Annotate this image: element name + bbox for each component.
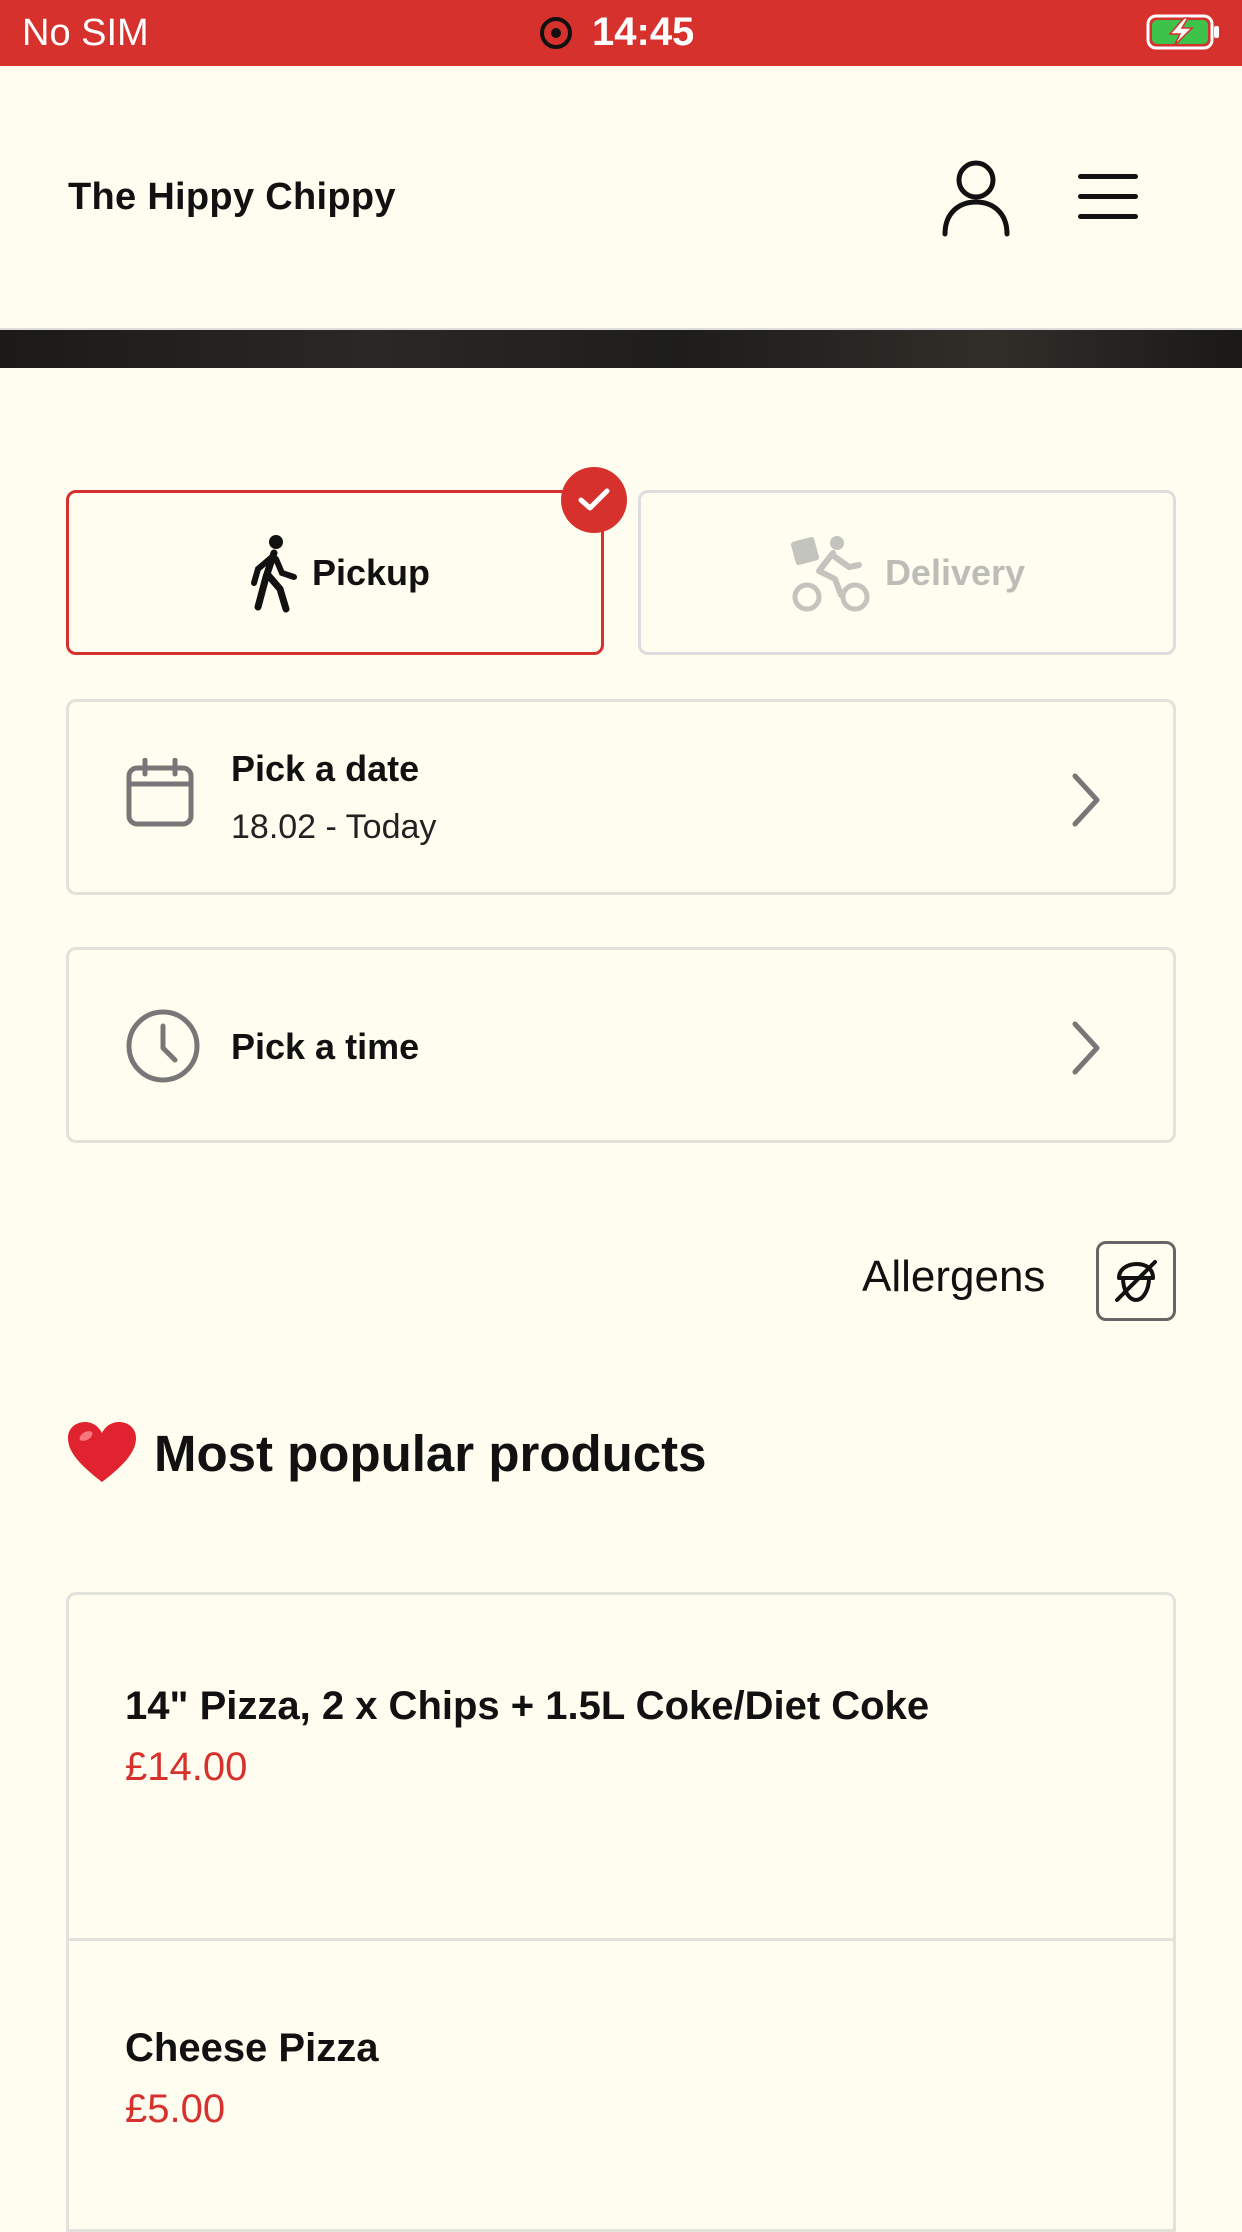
battery-charging-icon — [1146, 14, 1219, 50]
user-account-icon[interactable] — [940, 158, 1012, 238]
time-picker[interactable]: Pick a time — [66, 947, 1176, 1143]
selected-check-icon — [561, 467, 627, 533]
popular-section-title: Most popular products — [154, 1424, 707, 1482]
delivery-label: Delivery — [884, 551, 1026, 593]
allergens-button[interactable] — [1096, 1241, 1176, 1321]
hamburger-menu-icon[interactable] — [1076, 172, 1140, 222]
calendar-icon — [126, 758, 194, 827]
product-price: £14.00 — [125, 1745, 248, 1789]
product-item[interactable]: 14" Pizza, 2 x Chips + 1.5L Coke/Diet Co… — [69, 1595, 1173, 1941]
product-name: Cheese Pizza — [125, 2026, 379, 2070]
carrier-label: No SIM — [22, 12, 149, 54]
date-picker-title: Pick a date — [231, 748, 420, 789]
status-bar: No SIM 14:45 — [0, 0, 1242, 66]
heart-icon — [68, 1422, 136, 1482]
date-picker[interactable]: Pick a date 18.02 - Today — [66, 699, 1176, 895]
time-picker-title: Pick a time — [231, 1026, 420, 1067]
chevron-right-icon — [1072, 1021, 1100, 1075]
status-center: 14:45 — [540, 10, 694, 55]
allergens-label[interactable]: Allergens — [862, 1252, 1045, 1302]
popular-section-header: Most popular products — [66, 1420, 706, 1486]
brand-title[interactable]: The Hippy Chippy — [68, 176, 396, 219]
walking-person-icon — [250, 534, 297, 612]
product-name: 14" Pizza, 2 x Chips + 1.5L Coke/Diet Co… — [125, 1684, 930, 1728]
delivery-option[interactable]: Delivery — [638, 490, 1176, 655]
clock-icon — [126, 1009, 200, 1083]
date-picker-value: 18.02 - Today — [231, 808, 437, 846]
screen-recording-icon — [540, 16, 572, 49]
delivery-bike-icon — [790, 535, 870, 611]
product-item[interactable]: Cheese Pizza £5.00 — [69, 1941, 1173, 2229]
product-price: £5.00 — [125, 2087, 226, 2131]
hero-image-strip — [0, 330, 1242, 368]
status-time: 14:45 — [592, 10, 695, 54]
pickup-option[interactable]: Pickup — [66, 490, 604, 655]
pickup-label: Pickup — [311, 551, 431, 593]
allergen-nut-icon — [1115, 1260, 1157, 1303]
popular-products-list: 14" Pizza, 2 x Chips + 1.5L Coke/Diet Co… — [66, 1592, 1176, 2232]
chevron-right-icon — [1072, 773, 1100, 827]
app-header: The Hippy Chippy — [0, 66, 1242, 330]
